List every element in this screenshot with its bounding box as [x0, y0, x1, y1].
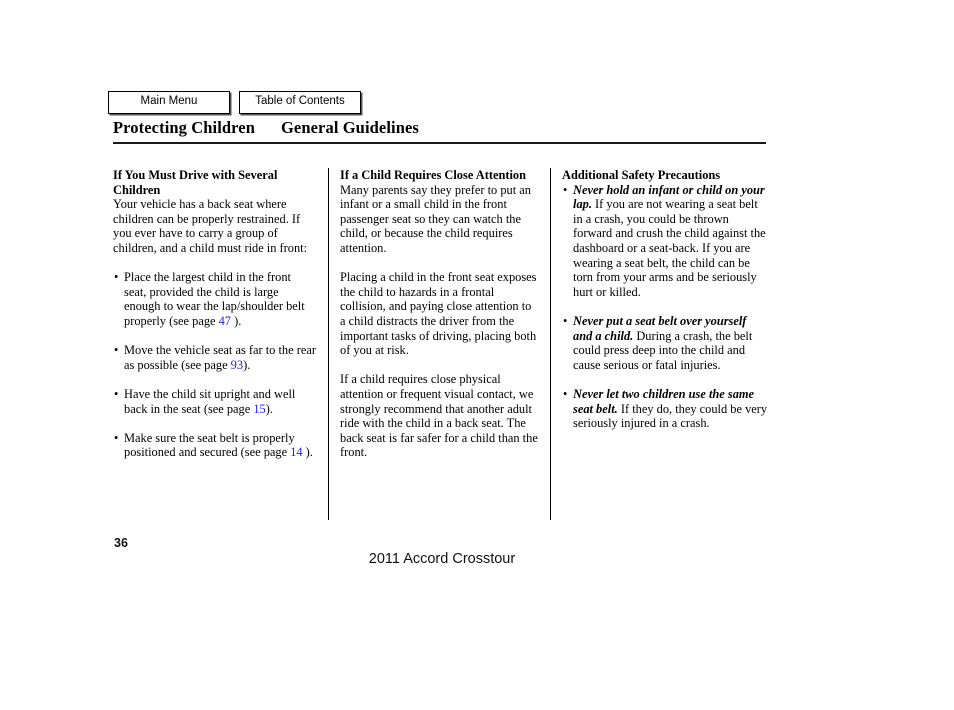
page-header: Protecting Children General Guidelines [113, 118, 766, 144]
precaution-body: If you are not wearing a seat belt in a … [573, 197, 766, 299]
column-three: Additional Safety Precautions • Never hol… [550, 168, 768, 520]
page-reference-link[interactable]: 93 [231, 358, 243, 372]
list-item: • Never hold an infant or child on your l… [562, 183, 768, 300]
list-item-text: Place the largest child in the front sea… [124, 270, 305, 328]
col2-paragraph-1: Many parents say they prefer to put an i… [340, 182, 531, 255]
header-subsection-title: General Guidelines [281, 118, 419, 137]
col2-heading: If a Child Requires Close Attention [340, 168, 526, 182]
bullet-icon: • [563, 386, 568, 401]
column-one: If You Must Drive with Several Children … [113, 168, 328, 520]
navigation-bar: Main Menu Table of Contents [108, 91, 361, 114]
page-reference-link[interactable]: 15 [253, 402, 265, 416]
bullet-icon: • [563, 313, 568, 328]
bullet-icon: • [563, 182, 568, 197]
col3-bullet-list: • Never hold an infant or child on your l… [562, 183, 768, 431]
column-two: If a Child Requires Close Attention Many… [328, 168, 550, 520]
bullet-icon: • [114, 343, 119, 358]
list-item: • Move the vehicle seat as far to the rea… [113, 343, 316, 372]
list-item-text: Move the vehicle seat as far to the rear… [124, 343, 316, 372]
list-item: • Make sure the seat belt is properly pos… [113, 431, 316, 460]
col2-paragraph-3: If a child requires close physical atten… [340, 372, 538, 460]
list-item-text-tail: ). [231, 313, 242, 328]
page-number: 36 [114, 536, 128, 550]
list-item-text-tail: ). [243, 357, 251, 372]
list-item: • Never put a seat belt over yourself and… [562, 314, 768, 372]
col1-intro-paragraph: Your vehicle has a back seat where child… [113, 197, 308, 255]
list-item: • Place the largest child in the front se… [113, 270, 316, 328]
list-item-text-tail: ). [265, 401, 273, 416]
list-item-text-tail: ). [302, 445, 313, 460]
col1-heading: If You Must Drive with Several Children [113, 168, 278, 197]
list-item: • Never let two children use the same sea… [562, 387, 768, 431]
list-item: • Have the child sit upright and well bac… [113, 387, 316, 416]
col1-bullet-list: • Place the largest child in the front se… [113, 270, 316, 460]
list-item-text: Make sure the seat belt is properly posi… [124, 430, 295, 460]
page-reference-link[interactable]: 47 [219, 314, 231, 328]
bullet-icon: • [114, 270, 119, 285]
main-menu-button[interactable]: Main Menu [108, 91, 230, 114]
page-reference-link[interactable]: 14 [290, 445, 302, 459]
header-titles: Protecting Children General Guidelines [113, 118, 766, 138]
content-columns: If You Must Drive with Several Children … [113, 168, 768, 520]
col2-paragraph-2: Placing a child in the front seat expose… [340, 270, 537, 358]
header-section-title: Protecting Children [113, 118, 255, 137]
footer-model-name: 2011 Accord Crosstour [368, 551, 516, 567]
bullet-icon: • [114, 430, 119, 445]
header-divider-rule [113, 142, 766, 144]
bullet-icon: • [114, 386, 119, 401]
table-of-contents-button[interactable]: Table of Contents [239, 91, 361, 114]
col3-heading: Additional Safety Precautions [562, 168, 721, 182]
